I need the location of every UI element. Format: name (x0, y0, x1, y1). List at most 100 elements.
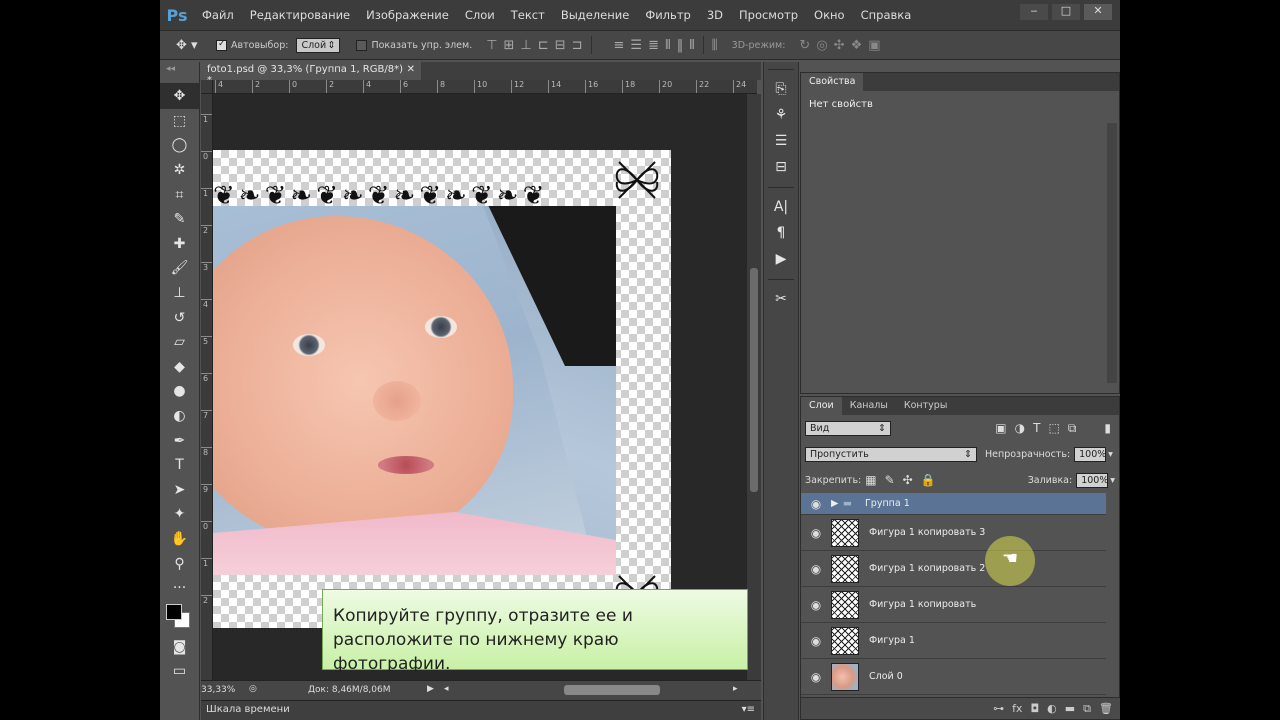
lasso-tool-icon[interactable]: ◯ (160, 133, 199, 158)
menu-file[interactable]: Файл (194, 8, 242, 22)
3d-drag-icon[interactable]: ✣ (834, 38, 845, 53)
distribute-top-icon[interactable]: ≡ (614, 38, 625, 53)
type-tool-icon[interactable]: T (160, 453, 199, 478)
pen-tool-icon[interactable]: ✒ (160, 428, 199, 453)
align-bottom-icon[interactable]: ⊥ (520, 38, 531, 53)
brush-tool-icon[interactable]: 🖌 (160, 256, 199, 281)
auto-align-icon[interactable]: ⫼ (712, 38, 718, 53)
align-vcenter-icon[interactable]: ⊞ (504, 38, 515, 53)
maximize-button[interactable]: □ (1052, 4, 1080, 20)
show-transform-checkbox[interactable] (356, 39, 368, 51)
opacity-input[interactable]: 100% (1074, 446, 1106, 462)
document-canvas[interactable]: ❦ ❧ ❦ ❧ ❦ ❧ ❦ ❧ ❦ ❧ ❦ ❧ ❦ (213, 150, 671, 628)
autoselect-dropdown[interactable]: Слой ⇕ (296, 37, 341, 53)
expand-group-icon[interactable]: ▶ (831, 498, 843, 509)
close-tab-icon[interactable]: ✕ (407, 64, 415, 78)
distribute-vcenter-icon[interactable]: ☰ (630, 38, 642, 53)
lock-all-icon[interactable]: 🔒 (917, 473, 940, 487)
menu-window[interactable]: Окно (806, 8, 853, 22)
zoom-level[interactable]: 33,33% (201, 685, 235, 695)
lock-pixels-icon[interactable]: ✎ (881, 473, 899, 487)
fill-input[interactable]: 100% (1076, 472, 1108, 488)
document-tab[interactable]: foto1.psd @ 33,3% (Группа 1, RGB/8*) * ✕ (201, 62, 421, 86)
move-tool-preset-icon[interactable]: ✥ ▾ (160, 38, 216, 53)
menu-help[interactable]: Справка (853, 8, 920, 22)
clone-source-icon[interactable]: ⊟ (764, 154, 798, 180)
more-tools-icon[interactable]: ··· (160, 576, 199, 601)
filter-adjustment-icon[interactable]: ◑ (1011, 421, 1029, 435)
link-icon[interactable]: ⊶ (993, 702, 1004, 715)
eraser-tool-icon[interactable]: ▱ (160, 330, 199, 355)
brush-panel-icon[interactable]: ⚘ (764, 102, 798, 128)
paragraph-panel-icon[interactable]: ¶ (764, 220, 798, 246)
tab-layers[interactable]: Слои (801, 397, 842, 415)
mask-icon[interactable]: ◘ (1030, 702, 1039, 715)
lock-transparency-icon[interactable]: ▦ (861, 473, 880, 487)
lock-position-icon[interactable]: ✣ (899, 473, 917, 487)
blur-tool-icon[interactable]: ● (160, 379, 199, 404)
quick-mask-icon[interactable]: ◙ (160, 634, 199, 659)
layer-name[interactable]: Фигура 1 копировать 3 (869, 527, 985, 538)
tab-paths[interactable]: Контуры (896, 397, 955, 415)
history-panel-icon[interactable]: ⎘ (764, 76, 798, 102)
visibility-eye-icon[interactable]: ◉ (801, 562, 831, 576)
actions-panel-icon[interactable]: ▶ (764, 246, 798, 272)
screen-mode-icon[interactable]: ▭ (160, 659, 199, 684)
filter-smart-object-icon[interactable]: ⧉ (1064, 421, 1081, 436)
distribute-bottom-icon[interactable]: ≣ (648, 38, 659, 53)
trash-icon[interactable]: 🗑 (1099, 702, 1113, 715)
status-menu-arrow-icon[interactable]: ▶ (427, 684, 434, 694)
distribute-left-icon[interactable]: ⦀ (665, 38, 671, 53)
layer-name[interactable]: Слой 0 (869, 671, 903, 682)
layer-row[interactable]: ◉ Фигура 1 копировать 2 (801, 551, 1106, 587)
horizontal-scroll-thumb[interactable] (564, 685, 660, 695)
properties-scrollbar[interactable] (1107, 123, 1117, 383)
filter-shape-icon[interactable]: ⬚ (1044, 421, 1063, 435)
vertical-scroll-thumb[interactable] (750, 268, 758, 492)
path-selection-tool-icon[interactable]: ➤ (160, 478, 199, 503)
visibility-eye-icon[interactable]: ◉ (801, 497, 831, 511)
zoom-tool-icon[interactable]: ⚲ (160, 551, 199, 576)
3d-scale-icon[interactable]: ▣ (868, 38, 880, 53)
shape-tool-icon[interactable]: ✦ (160, 502, 199, 527)
vertical-scrollbar[interactable] (747, 94, 761, 680)
scroll-left-icon[interactable]: ◂ (444, 684, 449, 694)
3d-slide-icon[interactable]: ❖ (851, 38, 863, 53)
distribute-right-icon[interactable]: ⫴ (689, 38, 694, 53)
visibility-eye-icon[interactable]: ◉ (801, 634, 831, 648)
paint-bucket-tool-icon[interactable]: ◆ (160, 355, 199, 380)
menu-view[interactable]: Просмотр (731, 8, 806, 22)
layer-row[interactable]: ◉ Слой 0 (801, 659, 1106, 695)
visibility-eye-icon[interactable]: ◉ (801, 670, 831, 684)
tab-channels[interactable]: Каналы (842, 397, 896, 415)
eyedropper-tool-icon[interactable]: ✎ (160, 207, 199, 232)
filter-type-icon[interactable]: T (1029, 421, 1044, 435)
layer-name[interactable]: Группа 1 (865, 498, 910, 509)
close-button[interactable]: ✕ (1084, 4, 1112, 20)
menu-select[interactable]: Выделение (553, 8, 638, 22)
filter-toggle-icon[interactable]: ▮ (1100, 421, 1115, 435)
3d-roll-icon[interactable]: ◎ (816, 38, 827, 53)
marquee-tool-icon[interactable]: ⬚ (160, 109, 199, 134)
new-layer-icon[interactable]: ⧉ (1083, 702, 1091, 716)
menu-text[interactable]: Текст (503, 8, 553, 22)
magic-wand-tool-icon[interactable]: ✲ (160, 158, 199, 183)
character-panel-icon[interactable]: A| (764, 194, 798, 220)
menu-image[interactable]: Изображение (358, 8, 457, 22)
layer-name[interactable]: Фигура 1 копировать 2 (869, 563, 985, 574)
folder-icon[interactable]: ▬ (1065, 702, 1075, 715)
align-left-icon[interactable]: ⊏ (538, 38, 549, 53)
distribute-hcenter-icon[interactable]: ‖ (677, 38, 684, 53)
zoom-menu-icon[interactable]: ◎ (249, 684, 257, 694)
menu-3d[interactable]: 3D (699, 8, 731, 22)
layer-name[interactable]: Фигура 1 (869, 635, 915, 646)
fill-arrow-icon[interactable]: ▾ (1110, 475, 1115, 486)
filter-pixel-icon[interactable]: ▣ (991, 421, 1010, 435)
visibility-eye-icon[interactable]: ◉ (801, 526, 831, 540)
menu-layers[interactable]: Слои (457, 8, 503, 22)
layer-row[interactable]: ◉ Фигура 1 (801, 623, 1106, 659)
foreground-color-swatch[interactable] (166, 604, 182, 621)
layer-name[interactable]: Фигура 1 копировать (869, 599, 976, 610)
layer-filter-dropdown[interactable]: Вид ⇕ (805, 420, 891, 436)
brush-presets-icon[interactable]: ☰ (764, 128, 798, 154)
